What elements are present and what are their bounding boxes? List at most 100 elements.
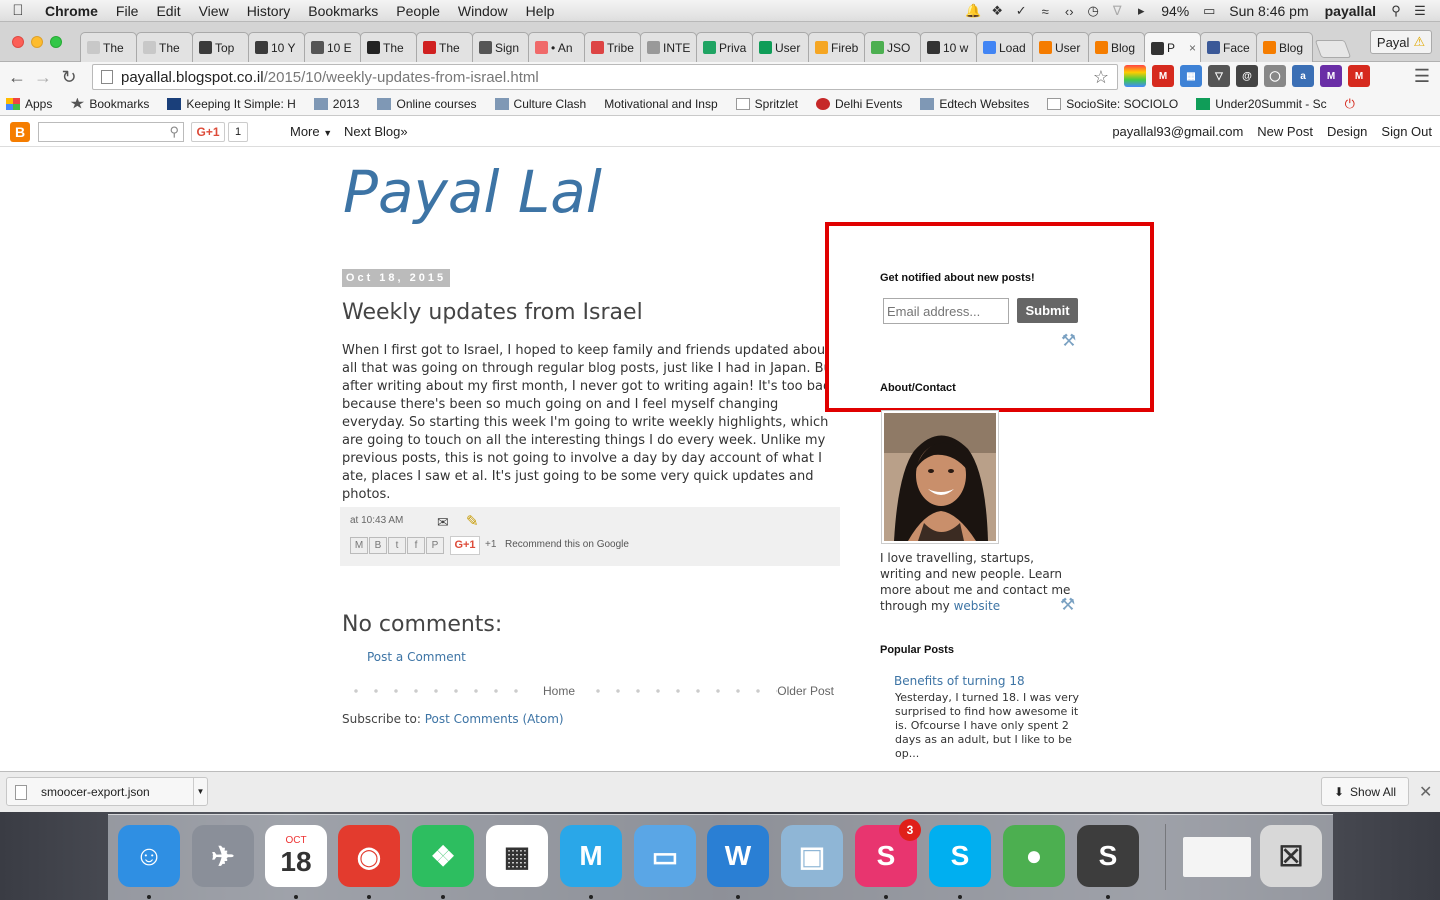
minimize-window-button[interactable] [31,36,43,48]
bookmark-star-icon[interactable]: ☆ [1093,67,1109,88]
profile-button[interactable]: Payal ⚠ [1370,30,1432,54]
bookmark-item-11[interactable]: Under20Summit - Sc [1196,97,1327,111]
tab-8[interactable]: • An [528,32,585,62]
bookmark-item-8[interactable]: Delhi Events [816,97,902,111]
design-link[interactable]: Design [1327,124,1367,139]
apple-menu-icon[interactable]:  [0,2,36,19]
submit-button[interactable]: Submit [1017,298,1078,323]
new-tab-button[interactable] [1314,40,1352,58]
blog-search-input[interactable]: ⚲ [38,122,184,142]
wrench-icon[interactable]: ⚒ [1061,331,1076,351]
menu-help[interactable]: Help [517,3,564,19]
menu-view[interactable]: View [190,3,238,19]
close-tab-icon[interactable]: × [1189,41,1196,55]
launchpad-icon[interactable]: ✈ [192,825,254,887]
tab-19[interactable]: P × [1144,32,1201,63]
inbox-ext-icon[interactable]: M [1348,65,1370,87]
post-title[interactable]: Weekly updates from Israel [342,300,643,325]
menu-app-name[interactable]: Chrome [36,3,107,19]
evernote-status-icon[interactable]: ❖ [985,3,1009,19]
tab-14[interactable]: JSO [864,32,921,62]
tab-2[interactable]: Top [192,32,249,62]
menu-history[interactable]: History [238,3,300,19]
skype-icon[interactable]: S [929,825,991,887]
tab-9[interactable]: Tribe [584,32,641,62]
close-window-button[interactable] [12,36,24,48]
bookmark-item-10[interactable]: SocioSite: SOCIOLO [1047,97,1178,111]
share-email-icon[interactable]: M [350,537,368,554]
forward-arrow-icon[interactable]: → [30,67,56,88]
calendar-icon[interactable]: OCT 18 [265,825,327,887]
tab-5[interactable]: The [360,32,417,62]
bookmark-item-1[interactable]: Bookmarks [70,97,149,111]
power-bookmark-icon[interactable]: ⏻ [1345,96,1355,112]
website-link[interactable]: website [954,599,1001,613]
evernote-icon[interactable]: ❖ [412,825,474,887]
tab-11[interactable]: Priva [696,32,753,62]
tab-13[interactable]: Fireb [808,32,865,62]
more-menu[interactable]: More ▼ [290,124,332,139]
tab-20[interactable]: Face [1200,32,1257,62]
wrench-icon-2[interactable]: ⚒ [1060,595,1075,615]
post-a-comment-link[interactable]: Post a Comment [367,650,466,664]
bookmark-item-2[interactable]: Keeping It Simple: H [167,97,296,111]
menu-people[interactable]: People [387,3,449,19]
time-machine-icon[interactable]: ◷ [1081,3,1105,19]
tab-6[interactable]: The [416,32,473,62]
wifi-icon[interactable]: ≈ [1033,4,1057,19]
address-bar[interactable]: payallal.blogspot.co.il/2015/10/weekly-u… [92,64,1118,90]
post-time-link[interactable]: 10:43 AM [361,515,403,526]
back-arrow-icon[interactable]: ← [4,67,30,88]
sublime-icon[interactable]: S [1077,825,1139,887]
blog-title[interactable]: Payal Lal [343,158,602,226]
marbles-icon[interactable]: ● [1003,825,1065,887]
download-item[interactable]: smoocer-export.json ▼ [6,777,208,806]
menu-bookmarks[interactable]: Bookmarks [299,3,387,19]
menu-user[interactable]: payallal [1317,3,1384,19]
notification-center-icon[interactable]: ☰ [1408,3,1432,19]
post-gplus-button[interactable]: G+1 [450,536,480,555]
battery-percent[interactable]: 94% [1153,3,1197,19]
rainbow-ext-icon[interactable] [1124,65,1146,87]
menu-file[interactable]: File [107,3,148,19]
tab-16[interactable]: Load [976,32,1033,62]
new-post-link[interactable]: New Post [1257,124,1313,139]
popular-post-link[interactable]: Benefits of turning 18 [894,674,1025,688]
notification-bell-icon[interactable]: 🔔 [961,3,985,19]
pocket-ext-icon[interactable]: ▽ [1208,65,1230,87]
tab-0[interactable]: The [80,32,137,62]
amazon-ext-icon[interactable]: a [1292,65,1314,87]
blogger-logo-icon[interactable]: B [10,122,30,142]
bookmark-item-5[interactable]: Culture Clash [494,97,586,111]
menu-window[interactable]: Window [449,3,517,19]
spotlight-search-icon[interactable]: ⚲ [1384,3,1408,19]
edit-pencil-icon[interactable]: ✎ [466,512,479,530]
tab-10[interactable]: INTE [640,32,697,62]
gmail-ext-icon[interactable]: M [1152,65,1174,87]
chat-ext-icon[interactable]: ◯ [1264,65,1286,87]
tab-17[interactable]: User [1032,32,1089,62]
subscribe-atom-link[interactable]: Post Comments (Atom) [425,712,564,726]
email-post-icon[interactable]: ✉ [437,514,449,531]
bookmark-item-6[interactable]: Motivational and Insp [604,97,717,111]
volume-icon[interactable]: ▸ [1129,3,1153,19]
tab-7[interactable]: Sign [472,32,529,62]
tab-4[interactable]: 10 E [304,32,361,62]
download-menu-caret-icon[interactable]: ▼ [193,778,207,805]
window-thumb-icon[interactable] [1183,837,1251,877]
next-blog-link[interactable]: Next Blog» [344,124,408,139]
bluetooth-icon[interactable]: ∇ [1105,3,1129,19]
battery-icon[interactable]: ▭ [1197,3,1221,19]
older-post-link[interactable]: Older Post [777,684,834,698]
bookmark-item-9[interactable]: Edtech Websites [920,97,1029,111]
chrome-icon[interactable]: ◉ [338,825,400,887]
bookmark-item-4[interactable]: Online courses [377,97,477,111]
gplus-button[interactable]: G+1 [191,122,225,142]
preview-icon[interactable]: ▣ [781,825,843,887]
home-link[interactable]: Home [541,684,578,698]
menu-clock[interactable]: Sun 8:46 pm [1221,3,1316,19]
mailbird-icon[interactable]: M [560,825,622,887]
search-icon[interactable]: ⚲ [169,124,179,140]
trash-icon[interactable]: ☒ [1260,825,1322,887]
share-twitter-icon[interactable]: t [388,537,406,554]
